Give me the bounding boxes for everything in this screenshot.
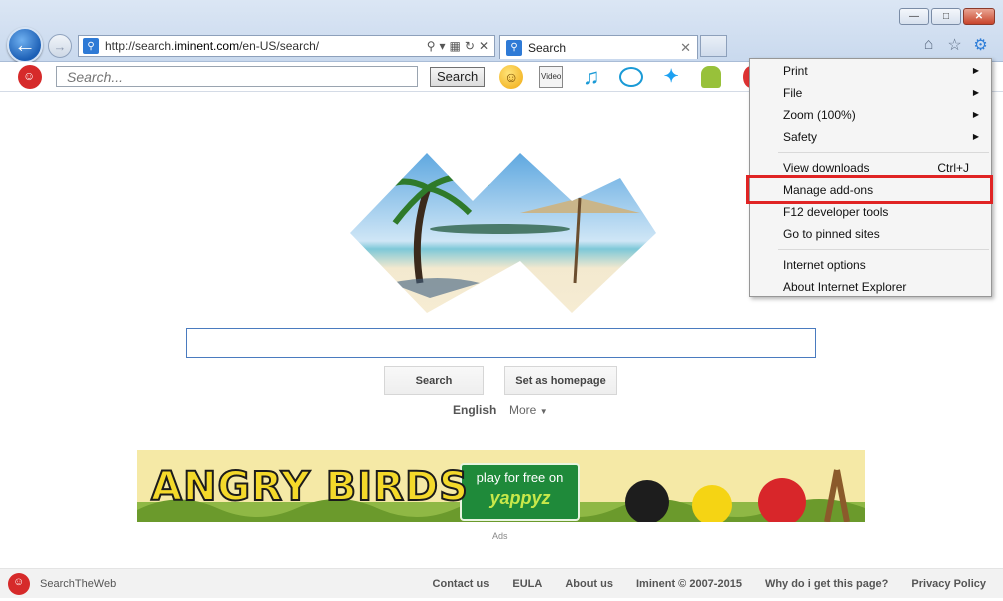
refresh-icon[interactable]: ↻ — [465, 39, 475, 53]
search-button[interactable]: Search — [384, 366, 484, 395]
footer-link-eula[interactable]: EULA — [512, 578, 542, 590]
url-domain: iminent.com — [174, 39, 240, 53]
browser-chrome: — □ ✕ ← → ⚲ http://search.iminent.com/en… — [0, 0, 1003, 63]
back-button[interactable]: ← — [7, 27, 43, 63]
tab-favicon-icon: ⚲ — [506, 39, 522, 56]
menu-item-label: F12 developer tools — [783, 205, 889, 219]
forward-arrow-icon: → — [53, 38, 67, 54]
menu-item-label: Manage add-ons — [783, 183, 874, 197]
menu-item-label: File — [783, 86, 803, 100]
footer-links: Contact us EULA About us Iminent © 2007-… — [410, 578, 986, 590]
tab-close-icon[interactable]: ✕ — [680, 40, 697, 56]
searchtheweb-footer-logo-icon: ☺ — [8, 572, 30, 595]
address-bar[interactable]: ⚲ http://search.iminent.com/en-US/search… — [78, 35, 495, 57]
menu-item-print[interactable]: Print ▶ — [750, 60, 991, 82]
url-prefix: http://search. — [105, 39, 175, 53]
close-window-button[interactable]: ✕ — [963, 8, 995, 25]
footer-link-why[interactable]: Why do i get this page? — [765, 578, 888, 590]
footer-link-contact[interactable]: Contact us — [433, 578, 490, 590]
menu-separator — [778, 152, 989, 153]
toolbar-shortcuts: ☺ Video ♫ ✦ — [497, 64, 765, 90]
menu-item-safety[interactable]: Safety ▶ — [750, 126, 991, 148]
tab-search[interactable]: ⚲ Search ✕ — [499, 35, 698, 59]
video-label: Video — [539, 65, 564, 88]
compatibility-view-icon[interactable]: ▦ — [450, 39, 461, 53]
menu-separator — [778, 249, 989, 250]
site-favicon-icon: ⚲ — [83, 38, 99, 54]
address-bar-actions: ⚲ ▾ ▦ ↻ ✕ — [427, 39, 494, 53]
searchtheweb-logo-icon[interactable]: ☺ — [18, 64, 42, 89]
window-controls: — □ ✕ — [899, 8, 995, 25]
chat-bubble-icon[interactable] — [617, 64, 645, 90]
music-note-icon[interactable]: ♫ — [577, 64, 605, 90]
menu-shortcut: Ctrl+J — [937, 161, 969, 175]
maximize-button[interactable]: □ — [931, 8, 961, 25]
angry-birds-ad-banner[interactable]: ANGRY BIRDS play for free on yappyz — [137, 450, 865, 522]
page-footer: ☺ SearchTheWeb Contact us EULA About us … — [0, 568, 1003, 598]
banner-cta-line1: play for free on — [476, 470, 564, 485]
url-path: /en-US/search/ — [239, 39, 320, 53]
menu-item-internet-options[interactable]: Internet options — [750, 254, 991, 276]
menu-item-file[interactable]: File ▶ — [750, 82, 991, 104]
minimize-icon: — — [909, 11, 919, 22]
tab-title: Search — [528, 40, 567, 55]
forward-button[interactable]: → — [48, 34, 72, 58]
url-text[interactable]: http://search.iminent.com/en-US/search/ — [105, 39, 427, 53]
command-icons: ⌂ ☆ ⚙ — [920, 36, 989, 54]
main-search-input[interactable] — [186, 328, 816, 358]
submenu-arrow-icon: ▶ — [972, 88, 979, 97]
menu-item-pinned-sites[interactable]: Go to pinned sites — [750, 223, 991, 245]
footer-copyright[interactable]: Iminent © 2007-2015 — [636, 578, 742, 590]
beach-hero-image — [350, 153, 656, 313]
home-icon[interactable]: ⌂ — [920, 36, 937, 53]
submenu-arrow-icon: ▶ — [972, 66, 979, 75]
ads-label: Ads — [492, 531, 508, 541]
close-icon: ✕ — [974, 11, 984, 22]
gear-icon[interactable]: ⚙ — [972, 36, 989, 54]
menu-item-about-ie[interactable]: About Internet Explorer — [750, 276, 991, 298]
android-icon[interactable] — [697, 64, 725, 90]
footer-link-privacy[interactable]: Privacy Policy — [911, 578, 986, 590]
toolbar-search-input[interactable] — [56, 66, 418, 87]
more-languages-link[interactable]: More ▼ — [509, 403, 548, 417]
menu-item-label: About Internet Explorer — [783, 280, 907, 294]
menu-item-label: View downloads — [783, 161, 870, 175]
footer-brand: SearchTheWeb — [40, 577, 117, 590]
video-icon[interactable]: Video — [537, 64, 565, 90]
smiley-icon[interactable]: ☺ — [497, 64, 525, 90]
tools-menu: Print ▶ File ▶ Zoom (100%) ▶ Safety ▶ View d… — [749, 58, 992, 297]
menu-item-label: Internet options — [783, 258, 866, 272]
menu-item-label: Go to pinned sites — [783, 227, 880, 241]
banner-cta-line2: yappyz — [489, 488, 551, 508]
favorites-star-icon[interactable]: ☆ — [946, 36, 963, 54]
dropdown-arrow-icon[interactable]: ▾ — [440, 39, 446, 53]
menu-item-zoom[interactable]: Zoom (100%) ▶ — [750, 104, 991, 126]
submenu-arrow-icon: ▶ — [972, 132, 979, 141]
search-icon[interactable]: ⚲ — [427, 39, 436, 53]
menu-item-label: Zoom (100%) — [783, 108, 856, 122]
menu-item-manage-addons[interactable]: Manage add-ons — [750, 179, 991, 201]
menu-item-f12-tools[interactable]: F12 developer tools — [750, 201, 991, 223]
maximize-icon: □ — [942, 11, 950, 22]
stop-icon[interactable]: ✕ — [479, 39, 489, 53]
banner-title: ANGRY BIRDS — [150, 463, 469, 511]
toolbar-search-button[interactable]: Search — [430, 66, 486, 87]
submenu-arrow-icon: ▶ — [972, 110, 979, 119]
chevron-down-icon: ▼ — [539, 407, 548, 416]
back-arrow-icon: ← — [14, 32, 36, 57]
set-homepage-button[interactable]: Set as homepage — [504, 366, 617, 395]
menu-item-label: Print — [783, 64, 808, 78]
minimize-button[interactable]: — — [899, 8, 929, 25]
new-tab-button[interactable] — [700, 35, 727, 57]
twitter-icon[interactable]: ✦ — [657, 64, 685, 90]
menu-item-view-downloads[interactable]: View downloads Ctrl+J — [750, 157, 991, 179]
menu-item-label: Safety — [783, 130, 818, 144]
more-label: More — [509, 403, 537, 417]
footer-link-about[interactable]: About us — [565, 578, 613, 590]
language-english-link[interactable]: English — [453, 403, 496, 417]
